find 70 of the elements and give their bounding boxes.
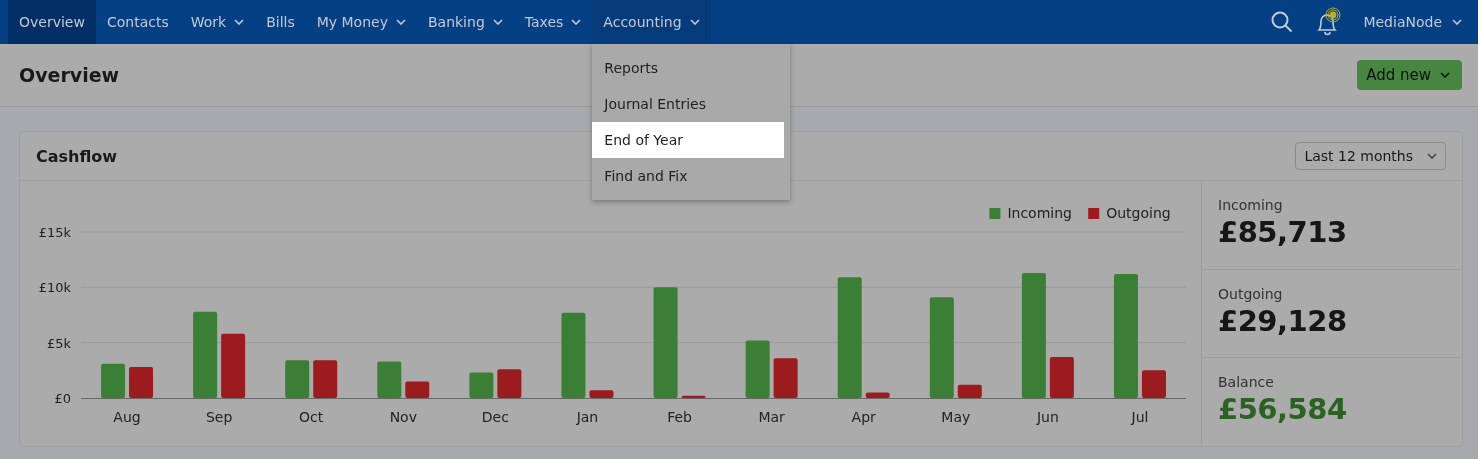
bar: [129, 367, 154, 398]
stat-value: £29,128: [1218, 303, 1347, 338]
bar: [1049, 357, 1074, 398]
notification-bell-icon[interactable]: [1315, 7, 1342, 37]
chevron-icon: [1427, 153, 1437, 159]
nav-tab[interactable]: Accounting: [592, 0, 711, 44]
card-title: Cashflow: [36, 146, 118, 166]
nav-tab[interactable]: Work: [179, 0, 256, 44]
axis-label: £10k: [38, 280, 71, 296]
bar: [101, 363, 126, 398]
bar: [313, 360, 338, 398]
bar: [589, 390, 614, 398]
axis-label: Dec: [481, 409, 509, 425]
nav-tab[interactable]: Bills: [255, 0, 306, 44]
bar: [681, 395, 706, 398]
legend-item: Incoming: [989, 205, 1072, 221]
axis-label: £5k: [46, 335, 71, 351]
nav-tab[interactable]: My Money: [305, 0, 417, 44]
bar: [497, 369, 522, 398]
axis-label: Jul: [1131, 409, 1149, 425]
axis-label: £15k: [38, 225, 71, 240]
bar: [405, 381, 430, 398]
chevron-icon: [1440, 72, 1450, 78]
menu-item[interactable]: Find and Fix: [592, 158, 785, 194]
chevron-icon: [689, 19, 700, 25]
bar: [773, 358, 798, 398]
stat-value: £56,584: [1218, 392, 1347, 427]
chevron-icon: [395, 19, 406, 25]
menu-item[interactable]: Reports: [592, 50, 785, 86]
legend-item: Outgoing: [1088, 205, 1171, 221]
axis-label: Mar: [758, 409, 785, 425]
menu-item[interactable]: End of Year: [592, 122, 785, 158]
chevron-icon: [1452, 19, 1462, 25]
menu-item[interactable]: Journal Entries: [592, 86, 785, 122]
bar: [745, 340, 770, 398]
bar: [221, 333, 246, 398]
axis-label: Aug: [113, 409, 141, 425]
add-new-button[interactable]: Add new: [1357, 60, 1462, 90]
nav-tab[interactable]: Banking: [416, 0, 514, 44]
chevron-icon: [571, 19, 582, 25]
axis-label: Oct: [299, 409, 324, 425]
account-menu[interactable]: MediaNode: [1363, 14, 1462, 30]
axis-label: Jan: [576, 409, 599, 425]
axis-label: Feb: [667, 409, 692, 425]
nav-tab[interactable]: Overview: [8, 0, 96, 44]
axis-label: Apr: [851, 409, 876, 425]
bar: [957, 384, 982, 398]
axis-label: Jun: [1036, 409, 1059, 425]
bar: [377, 361, 402, 398]
stat-label: Incoming: [1218, 197, 1283, 213]
search-icon[interactable]: [1271, 11, 1294, 33]
bar: [1141, 370, 1166, 398]
legend-label: Incoming: [1007, 205, 1072, 221]
stat-label: Balance: [1218, 374, 1274, 391]
axis-label: £0: [54, 391, 71, 406]
bar: [865, 392, 890, 398]
bar: [285, 360, 310, 398]
nav-tab[interactable]: Taxes: [513, 0, 593, 44]
axis-label: May: [941, 409, 971, 425]
axis-label: Sep: [205, 409, 233, 425]
bar: [469, 372, 494, 398]
nav-tab[interactable]: Contacts: [95, 0, 180, 44]
period-dropdown[interactable]: Last 12 months: [1295, 142, 1446, 170]
stat-label: Outgoing: [1218, 285, 1283, 302]
stat-value: £85,713: [1218, 215, 1347, 249]
legend-label: Outgoing: [1106, 205, 1171, 221]
axis-label: Nov: [389, 409, 417, 425]
chevron-icon: [492, 19, 503, 25]
page-title: Overview: [19, 64, 120, 86]
chevron-icon: [234, 19, 245, 25]
